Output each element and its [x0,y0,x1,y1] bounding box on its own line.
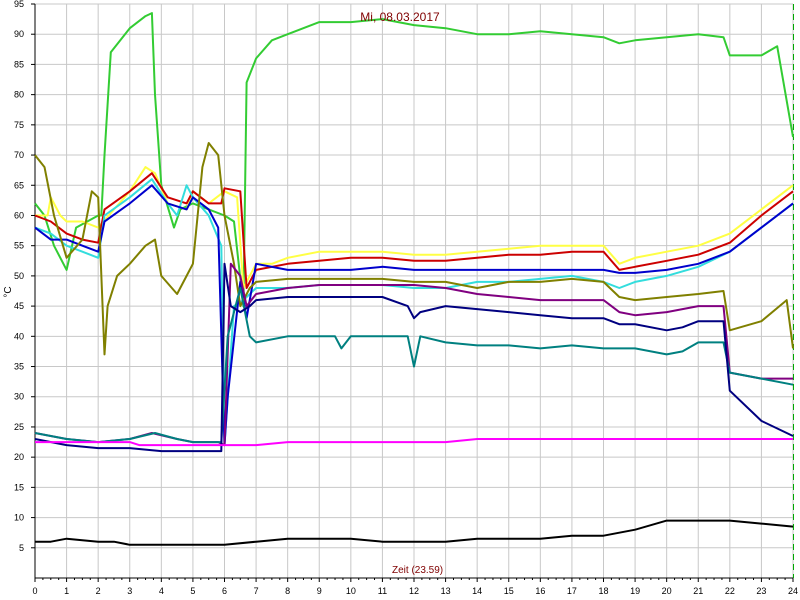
y-tick-label: 65 [14,180,24,190]
x-tick-label: 21 [693,586,703,596]
x-tick-label: 7 [254,586,259,596]
y-tick-label: 55 [14,241,24,251]
x-tick-label: 19 [630,586,640,596]
x-tick-label: 15 [504,586,514,596]
x-tick-label: 22 [725,586,735,596]
line-chart: 51015202530354045505560657075808590950 1 2… [0,0,800,600]
y-tick-label: 85 [14,59,24,69]
y-tick-label: 10 [14,513,24,523]
x-tick-label: 9 [317,586,322,596]
y-tick-label: 80 [14,90,24,100]
y-tick-label: 70 [14,150,24,160]
x-tick-label: 11 [378,586,387,596]
x-tick-label: 17 [567,586,577,596]
y-tick-label: 60 [14,210,24,220]
plot-background [0,0,800,600]
x-tick-label: 6 [222,586,227,596]
x-tick-label: 13 [441,586,451,596]
x-tick-label: 16 [535,586,545,596]
y-tick-label: 50 [14,271,24,281]
x-tick-label: 20 [662,586,672,596]
y-tick-label: 90 [14,29,24,39]
y-tick-label: 20 [14,452,24,462]
y-tick-label: 5 [19,543,24,553]
x-tick-label: 0 [32,586,37,596]
y-tick-label: 95 [14,0,24,9]
x-tick-label: 14 [472,586,482,596]
x-tick-label: 4 [159,586,164,596]
y-tick-label: 75 [14,120,24,130]
x-tick-label: 3 [127,586,132,596]
x-tick-label: 10 [346,586,356,596]
x-tick-label: 1 [64,586,69,596]
time-readout: Zeit (23.59) [392,565,443,576]
y-tick-label: 40 [14,331,24,341]
y-tick-label: 35 [14,362,24,372]
x-tick-label: 8 [285,586,290,596]
y-tick-label: 30 [14,392,24,402]
x-tick-label: 5 [190,586,195,596]
x-tick-label: 24 [788,586,798,596]
x-tick-label: 23 [756,586,766,596]
y-tick-label: 25 [14,422,24,432]
chart-title: Mi, 08.03.2017 [360,10,440,24]
x-tick-label: 2 [96,586,101,596]
x-tick-label: 12 [409,586,419,596]
y-tick-label: 45 [14,301,24,311]
y-tick-label: 15 [14,482,24,492]
y-axis-label: °C [3,286,14,297]
x-tick-label: 18 [598,586,608,596]
